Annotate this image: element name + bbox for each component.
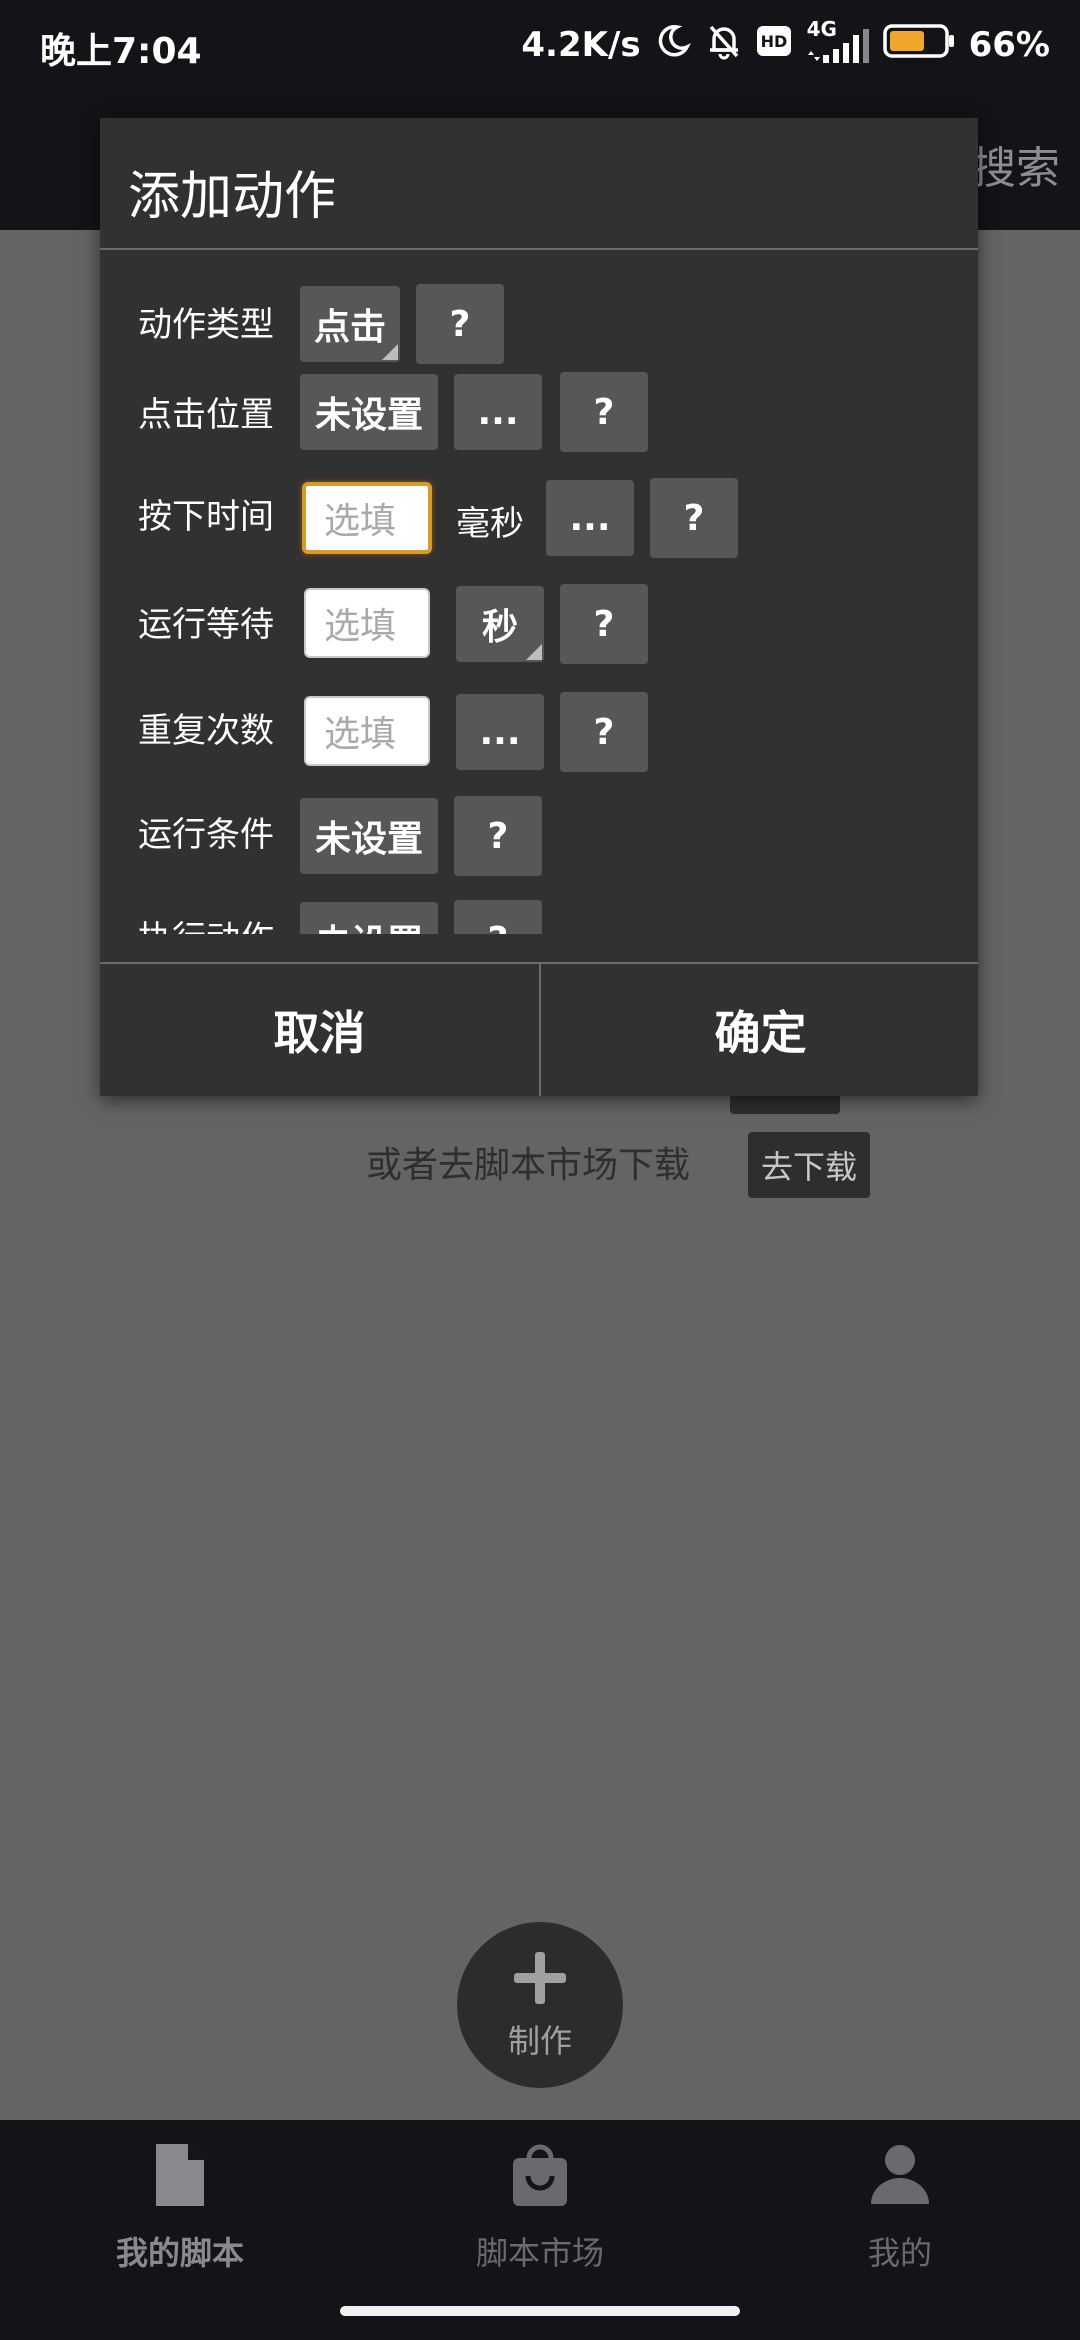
nav-item-me[interactable]: 我的 [720, 2140, 1080, 2290]
run-condition-label: 运行条件 [138, 815, 274, 855]
status-time: 晚上7:04 [40, 31, 202, 72]
battery-percent: 66% [968, 25, 1050, 65]
run-wait-label: 运行等待 [138, 605, 274, 645]
run-wait-unit-dropdown[interactable]: 秒 [456, 586, 544, 662]
battery-icon [882, 23, 955, 67]
partial-row-help-button[interactable]: ? [454, 900, 542, 934]
click-position-more-button[interactable]: ... [454, 374, 542, 450]
repeat-count-label: 重复次数 [138, 711, 274, 751]
search-button[interactable]: 搜索 [972, 132, 1060, 196]
action-type-help-button[interactable]: ? [416, 284, 504, 364]
press-time-input[interactable]: 选填 [302, 482, 432, 554]
press-time-help-button[interactable]: ? [650, 478, 738, 558]
download-button[interactable]: 去下载 [748, 1132, 870, 1198]
dialog-title: 添加动作 [128, 167, 337, 227]
status-icons: 4.2K/s HD 4G 66% [521, 17, 1050, 70]
repeat-count-help-button[interactable]: ? [560, 692, 648, 772]
press-time-more-button[interactable]: ... [546, 480, 634, 556]
home-indicator [340, 2306, 740, 2316]
row-partial: 执行动作 未设置 ? [100, 894, 978, 934]
repeat-count-input[interactable]: 选填 [304, 696, 430, 766]
click-position-help-button[interactable]: ? [560, 372, 648, 452]
status-bar: 晚上7:04 4.2K/s HD 4G 66% [0, 0, 1080, 90]
action-type-label: 动作类型 [138, 305, 274, 345]
run-condition-button[interactable]: 未设置 [300, 798, 438, 874]
row-run-wait: 运行等待 选填 秒 ? [100, 580, 978, 670]
row-repeat-count: 重复次数 选填 ... ? [100, 686, 978, 776]
plus-icon [510, 1948, 570, 2012]
run-condition-help-button[interactable]: ? [454, 796, 542, 876]
market-hint-text: 或者去脚本市场下载 [366, 1145, 691, 1186]
press-time-unit: 毫秒 [456, 504, 524, 544]
person-icon [869, 2140, 931, 2214]
action-type-dropdown[interactable]: 点击 [300, 286, 400, 362]
partial-row-button[interactable]: 未设置 [300, 902, 438, 934]
add-action-dialog: 添加动作 动作类型 点击 ? 点击位置 未设置 ... ? 按下时间 选填 毫秒… [100, 118, 978, 1096]
hd-text: HD [760, 32, 787, 51]
bell-muted-icon [705, 22, 743, 69]
row-click-position: 点击位置 未设置 ... ? [100, 370, 978, 460]
run-wait-input[interactable]: 选填 [304, 588, 430, 658]
nav-label-script-market: 脚本市场 [475, 2234, 604, 2272]
nav-label-me: 我的 [867, 2234, 932, 2272]
confirm-button[interactable]: 确定 [541, 964, 980, 1096]
row-press-time: 按下时间 选填 毫秒 ... ? [100, 472, 978, 562]
signal-icon: 4G [805, 17, 869, 65]
click-position-button[interactable]: 未设置 [300, 374, 438, 450]
create-fab[interactable]: 制作 [457, 1922, 623, 2088]
partial-row-label: 执行动作 [138, 894, 274, 934]
shopping-bag-icon [509, 2140, 571, 2214]
row-run-condition: 运行条件 未设置 ? [100, 790, 978, 880]
moon-icon [655, 23, 691, 68]
click-position-label: 点击位置 [138, 395, 274, 435]
nav-item-script-market[interactable]: 脚本市场 [360, 2140, 720, 2290]
press-time-label: 按下时间 [138, 497, 274, 537]
create-fab-label: 制作 [507, 2022, 572, 2060]
row-action-type: 动作类型 点击 ? [100, 280, 978, 370]
repeat-count-more-button[interactable]: ... [456, 694, 544, 770]
cancel-button[interactable]: 取消 [100, 964, 539, 1096]
dialog-content[interactable]: 动作类型 点击 ? 点击位置 未设置 ... ? 按下时间 选填 毫秒 ... … [100, 250, 978, 934]
hd-icon: HD [756, 25, 791, 65]
document-icon [150, 2140, 210, 2214]
network-speed: 4.2K/s [521, 25, 641, 65]
nav-label-my-scripts: 我的脚本 [115, 2234, 244, 2272]
nav-item-my-scripts[interactable]: 我的脚本 [0, 2140, 360, 2290]
run-wait-help-button[interactable]: ? [560, 584, 648, 664]
